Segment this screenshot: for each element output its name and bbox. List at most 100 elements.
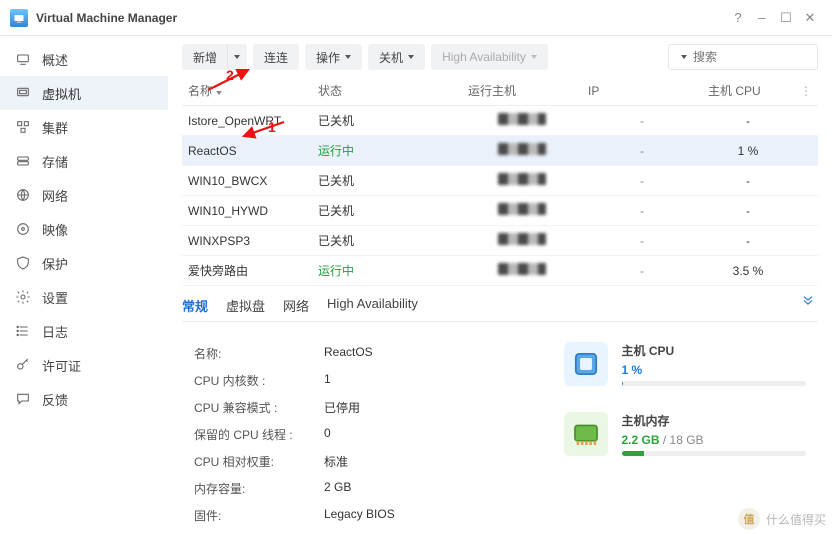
sidebar-item-cluster[interactable]: 集群	[0, 110, 168, 144]
watermark: 值 什么值得买	[738, 508, 826, 530]
minimize-button[interactable]: –	[750, 10, 774, 25]
sidebar-item-label: 集群	[42, 118, 68, 137]
kv-key: 内存容量:	[194, 480, 324, 497]
tab-vdisk[interactable]: 虚拟盘	[226, 296, 265, 315]
add-dropdown[interactable]	[227, 44, 247, 70]
host-mem-meter: 主机内存 2.2 GB / 18 GB	[564, 412, 807, 456]
titlebar: Virtual Machine Manager ? – ☐ ✕	[0, 0, 832, 36]
tab-network[interactable]: 网络	[283, 296, 309, 315]
mem-label: 主机内存	[622, 412, 807, 429]
caret-down-icon	[408, 55, 414, 59]
sidebar-item-logs[interactable]: 日志	[0, 314, 168, 348]
caret-down-icon	[681, 55, 687, 59]
col-status[interactable]: 状态	[312, 76, 462, 106]
host-meters: 主机 CPU 1 % 主机内存 2.2 GB / 18 GB	[564, 340, 807, 529]
sidebar-item-storage[interactable]: 存储	[0, 144, 168, 178]
search-box[interactable]	[668, 44, 818, 70]
cpu-chip-icon	[564, 342, 608, 386]
cell-host	[462, 226, 582, 256]
caret-down-icon	[531, 55, 537, 59]
sidebar-item-vm[interactable]: 虚拟机	[0, 76, 168, 110]
cell-status: 已关机	[312, 106, 462, 136]
table-row[interactable]: Istore_OpenWRT已关机--	[182, 106, 818, 136]
cell-host	[462, 136, 582, 166]
col-more[interactable]: ⋮	[794, 76, 818, 106]
power-dropdown[interactable]: 关机	[368, 44, 425, 70]
col-host[interactable]: 运行主机	[462, 76, 582, 106]
table-header-row: 名称 状态 运行主机 IP 主机 CPU ⋮	[182, 76, 818, 106]
vm-table: 名称 状态 运行主机 IP 主机 CPU ⋮ Istore_OpenWRT已关机…	[168, 76, 832, 286]
sidebar-item-feedback[interactable]: 反馈	[0, 382, 168, 416]
maximize-button[interactable]: ☐	[774, 10, 798, 26]
kv-value: Legacy BIOS	[324, 507, 395, 524]
cell-ip: -	[582, 106, 702, 136]
ha-dropdown[interactable]: High Availability	[431, 44, 548, 70]
sidebar-item-label: 日志	[42, 322, 68, 341]
tab-general[interactable]: 常规	[182, 296, 208, 315]
sidebar-item-label: 网络	[42, 186, 68, 205]
cell-status: 已关机	[312, 166, 462, 196]
sidebar-item-protect[interactable]: 保护	[0, 246, 168, 280]
kv-value: 标准	[324, 453, 348, 470]
cpu-value: 1 %	[622, 363, 807, 377]
table-row[interactable]: WIN10_BWCX已关机--	[182, 166, 818, 196]
table-row[interactable]: ReactOS运行中-1 %	[182, 136, 818, 166]
sidebar-item-label: 概述	[42, 50, 68, 69]
cell-cpu: -	[702, 226, 794, 256]
kv-key: CPU 兼容模式 :	[194, 399, 324, 416]
close-button[interactable]: ✕	[798, 10, 822, 26]
col-name[interactable]: 名称	[182, 76, 312, 106]
cell-ip: -	[582, 226, 702, 256]
sidebar-item-license[interactable]: 许可证	[0, 348, 168, 382]
kv-row: 名称:ReactOS	[194, 340, 534, 367]
sidebar-item-label: 虚拟机	[42, 84, 81, 103]
kv-row: 保留的 CPU 线程 :0	[194, 421, 534, 448]
kv-value: 1	[324, 372, 331, 389]
cell-status: 运行中	[312, 136, 462, 166]
chevron-double-down-icon	[800, 292, 816, 308]
kv-row: 内存容量:2 GB	[194, 475, 534, 502]
kv-value: 已停用	[324, 399, 360, 416]
cell-name: WINXPSP3	[182, 226, 312, 256]
mem-bar	[622, 451, 807, 456]
chat-icon	[14, 390, 32, 408]
kv-key: CPU 相对权重:	[194, 453, 324, 470]
col-cpu[interactable]: 主机 CPU	[702, 76, 794, 106]
cell-host	[462, 196, 582, 226]
sidebar-item-network[interactable]: 网络	[0, 178, 168, 212]
cell-status: 已关机	[312, 226, 462, 256]
sidebar-item-image[interactable]: 映像	[0, 212, 168, 246]
image-icon	[14, 220, 32, 238]
kv-row: CPU 相对权重:标准	[194, 448, 534, 475]
table-row[interactable]: WIN10_HYWD已关机--	[182, 196, 818, 226]
cell-host	[462, 256, 582, 286]
sidebar-item-overview[interactable]: 概述	[0, 42, 168, 76]
connect-button[interactable]: 连连	[253, 44, 299, 70]
cell-name: Istore_OpenWRT	[182, 106, 312, 136]
watermark-badge: 值	[738, 508, 760, 530]
overview-icon	[14, 50, 32, 68]
sidebar-item-settings[interactable]: 设置	[0, 280, 168, 314]
tab-ha[interactable]: High Availability	[327, 296, 418, 315]
sidebar-item-label: 设置	[42, 288, 68, 307]
cell-name: ReactOS	[182, 136, 312, 166]
table-row[interactable]: 爱快旁路由运行中-3.5 %	[182, 256, 818, 286]
search-input[interactable]	[693, 50, 832, 64]
cell-status: 运行中	[312, 256, 462, 286]
action-dropdown[interactable]: 操作	[305, 44, 362, 70]
key-icon	[14, 356, 32, 374]
kv-key: CPU 内核数 :	[194, 372, 324, 389]
kv-key: 名称:	[194, 345, 324, 362]
add-button[interactable]: 新增	[182, 44, 227, 70]
shield-icon	[14, 254, 32, 272]
table-row[interactable]: WINXPSP3已关机 --	[182, 226, 818, 256]
cell-host	[462, 166, 582, 196]
cell-cpu: -	[702, 196, 794, 226]
vm-details-list: 名称:ReactOS CPU 内核数 :1CPU 兼容模式 :已停用保留的 CPU…	[194, 340, 534, 529]
sidebar: 概述 虚拟机 集群 存储 网络 映像 保护 设置	[0, 36, 168, 534]
detail-tabs: 常规 虚拟盘 网络 High Availability	[182, 296, 818, 322]
help-button[interactable]: ?	[726, 10, 750, 25]
mem-value: 2.2 GB / 18 GB	[622, 433, 807, 447]
col-ip[interactable]: IP	[582, 76, 702, 106]
collapse-panel-button[interactable]	[800, 292, 816, 311]
